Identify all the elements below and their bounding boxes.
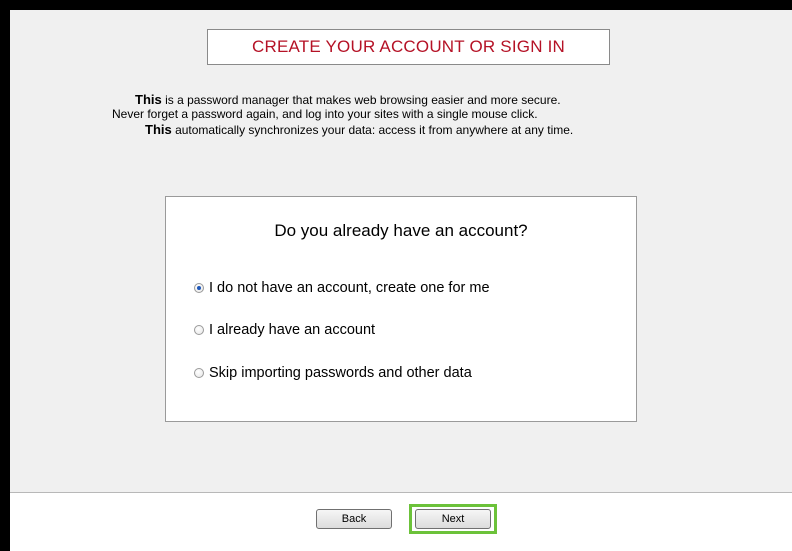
- radio-skip-import[interactable]: [194, 368, 204, 378]
- option-skip-import-label: Skip importing passwords and other data: [209, 365, 472, 381]
- option-have-account-label: I already have an account: [209, 322, 376, 338]
- radio-create-account[interactable]: [194, 283, 204, 293]
- radio-have-account[interactable]: [194, 325, 204, 335]
- intro-line-3: This automatically synchronizes your dat…: [145, 122, 573, 138]
- intro-line-3-text: automatically synchronizes your data: ac…: [171, 123, 574, 137]
- account-choice-card: Do you already have an account? I do not…: [165, 196, 637, 422]
- option-skip-import[interactable]: Skip importing passwords and other data: [194, 365, 472, 381]
- back-button[interactable]: Back: [316, 509, 392, 529]
- intro-line-1-bold: This: [135, 92, 162, 107]
- option-create-account-label: I do not have an account, create one for…: [209, 280, 490, 296]
- intro-line-1: This is a password manager that makes we…: [135, 92, 561, 108]
- intro-line-1-text: is a password manager that makes web bro…: [161, 93, 561, 107]
- account-question: Do you already have an account?: [274, 221, 528, 240]
- setup-window: CREATE YOUR ACCOUNT OR SIGN IN This is a…: [10, 10, 792, 551]
- next-button[interactable]: Next: [415, 509, 491, 529]
- intro-line-2: Never forget a password again, and log i…: [112, 107, 538, 121]
- option-create-account[interactable]: I do not have an account, create one for…: [194, 280, 490, 296]
- option-have-account[interactable]: I already have an account: [194, 322, 375, 338]
- intro-line-3-bold: This: [145, 122, 172, 137]
- button-bar: Back Next: [10, 492, 792, 551]
- page-title: CREATE YOUR ACCOUNT OR SIGN IN: [207, 29, 610, 65]
